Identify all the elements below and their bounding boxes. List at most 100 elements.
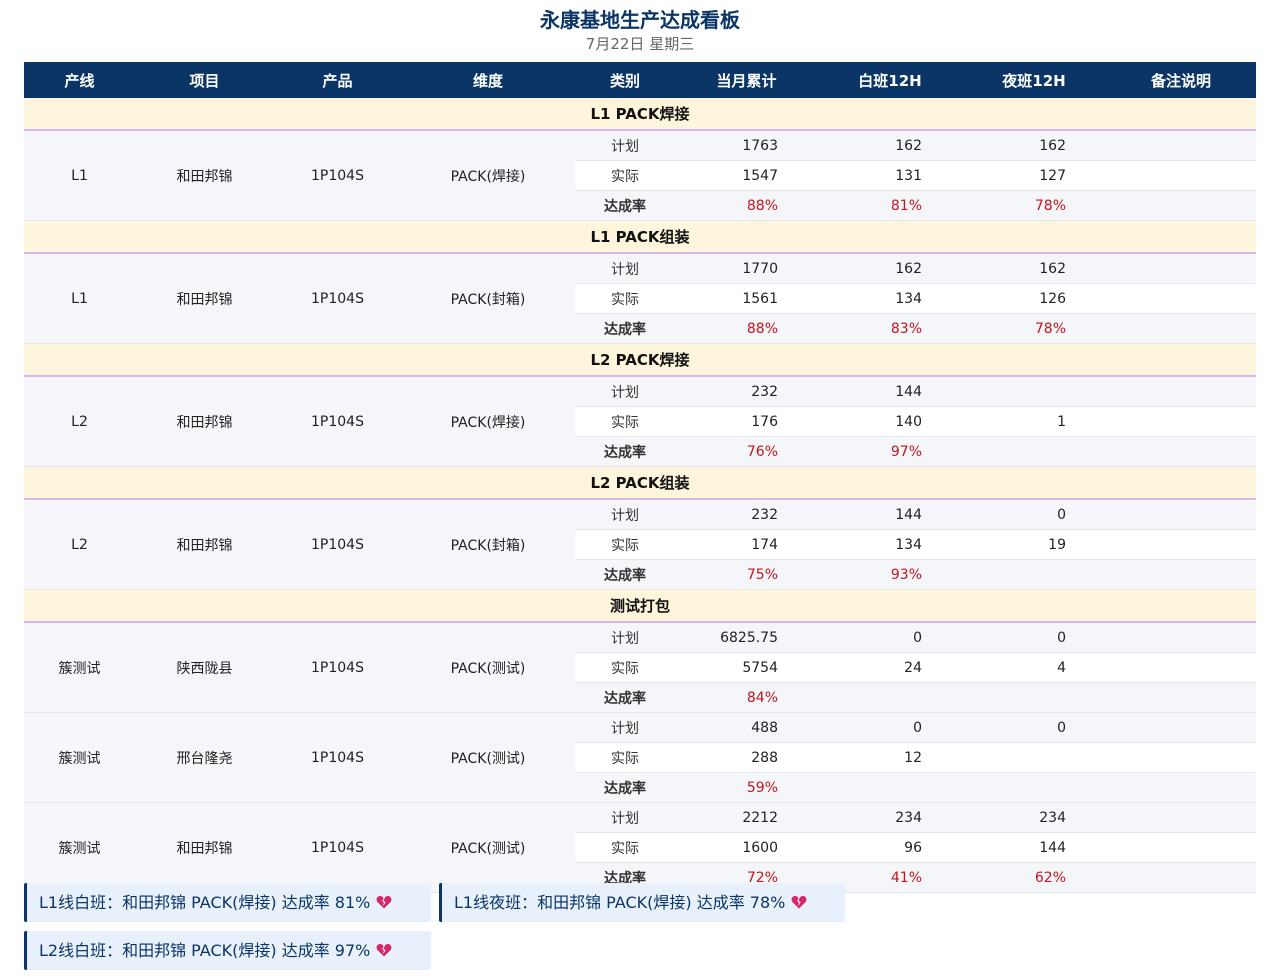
category-cell: 计划 (575, 622, 675, 653)
category-cell: 达成率 (575, 559, 675, 590)
group-block: L2 和田邦锦 1P104S PACK(焊接) 计划 232 144 实际 176 140 1 达成率… (24, 376, 1256, 467)
section-header-row: L2 PACK焊接 (24, 343, 1256, 377)
month-value-cell: 174 (675, 529, 818, 560)
remarks-cell (1106, 682, 1256, 713)
category-cell: 实际 (575, 742, 675, 773)
project-cell: 和田邦锦 (135, 499, 274, 590)
section-title: L1 PACK焊接 (24, 98, 1256, 131)
section-title: L2 PACK组装 (24, 466, 1256, 500)
day-value-cell: 144 (818, 376, 962, 407)
project-cell: 陕西陇县 (135, 622, 274, 713)
category-cell: 计划 (575, 253, 675, 284)
night-value-cell: 4 (962, 652, 1106, 683)
remarks-cell (1106, 160, 1256, 191)
day-value-cell: 83% (818, 313, 962, 344)
day-value-cell: 93% (818, 559, 962, 590)
category-cell: 实际 (575, 283, 675, 314)
night-value-cell (962, 772, 1106, 803)
night-value-cell: 78% (962, 190, 1106, 221)
day-value-cell (818, 682, 962, 713)
month-value-cell: 5754 (675, 652, 818, 683)
day-value-cell: 234 (818, 802, 962, 833)
remarks-cell (1106, 802, 1256, 833)
remarks-cell (1106, 559, 1256, 590)
day-value-cell: 97% (818, 436, 962, 467)
remarks-cell (1106, 772, 1256, 803)
category-cell: 计划 (575, 499, 675, 530)
alert-text: L1线白班：和田邦锦 PACK(焊接) 达成率 81% (39, 893, 371, 912)
night-value-cell: 0 (962, 499, 1106, 530)
section-title: 测试打包 (24, 589, 1256, 623)
dimension-cell: PACK(封箱) (401, 499, 575, 590)
table-row: 簇测试 和田邦锦 1P104S PACK(测试) 计划 2212 234 234 (24, 802, 1256, 893)
month-value-cell: 1600 (675, 832, 818, 863)
category-cell: 达成率 (575, 313, 675, 344)
month-value-cell: 2212 (675, 802, 818, 833)
section-header-row: 测试打包 (24, 589, 1256, 623)
dimension-cell: PACK(测试) (401, 802, 575, 893)
category-cell: 计划 (575, 712, 675, 743)
remarks-cell (1106, 190, 1256, 221)
category-cell: 达成率 (575, 190, 675, 221)
alert-text: L1线夜班：和田邦锦 PACK(焊接) 达成率 78% (454, 893, 786, 912)
group-block: L1 和田邦锦 1P104S PACK(封箱) 计划 1770 162 162 实际 1561 13… (24, 253, 1256, 344)
project-cell: 和田邦锦 (135, 802, 274, 893)
line-cell: L2 (24, 376, 135, 467)
night-value-cell: 127 (962, 160, 1106, 191)
line-cell: L2 (24, 499, 135, 590)
col-header-dimension: 维度 (401, 62, 575, 98)
col-header-project: 项目 (135, 62, 274, 98)
broken-heart-icon (376, 895, 392, 909)
remarks-cell (1106, 499, 1256, 530)
table-row: L1 和田邦锦 1P104S PACK(封箱) 计划 1770 162 162 (24, 253, 1256, 344)
line-cell: L1 (24, 130, 135, 221)
night-value-cell: 0 (962, 622, 1106, 653)
group-block: 簇测试 陕西陇县 1P104S PACK(测试) 计划 6825.75 0 0 实际 5754 24… (24, 622, 1256, 713)
section-header-row: L1 PACK组装 (24, 220, 1256, 254)
month-value-cell: 1547 (675, 160, 818, 191)
night-value-cell: 1 (962, 406, 1106, 437)
remarks-cell (1106, 622, 1256, 653)
day-value-cell (818, 772, 962, 803)
col-header-night-shift: 夜班12H (962, 62, 1106, 98)
day-value-cell: 12 (818, 742, 962, 773)
group-block: 簇测试 和田邦锦 1P104S PACK(测试) 计划 2212 234 234 实际 1600 9… (24, 802, 1256, 893)
night-value-cell: 0 (962, 712, 1106, 743)
category-cell: 达成率 (575, 772, 675, 803)
day-value-cell: 81% (818, 190, 962, 221)
category-cell: 实际 (575, 406, 675, 437)
night-value-cell (962, 376, 1106, 407)
month-value-cell: 488 (675, 712, 818, 743)
day-value-cell: 24 (818, 652, 962, 683)
month-value-cell: 88% (675, 313, 818, 344)
day-value-cell: 162 (818, 130, 962, 161)
category-cell: 实际 (575, 160, 675, 191)
category-cell: 达成率 (575, 682, 675, 713)
dimension-cell: PACK(测试) (401, 622, 575, 713)
month-value-cell: 84% (675, 682, 818, 713)
col-header-day-shift: 白班12H (818, 62, 962, 98)
production-table: 产线 项目 产品 维度 类别 当月累计 白班12H 夜班12H 备注说明 L1 … (24, 62, 1256, 893)
night-value-cell (962, 742, 1106, 773)
day-value-cell: 140 (818, 406, 962, 437)
category-cell: 计划 (575, 130, 675, 161)
line-cell: L1 (24, 253, 135, 344)
dimension-cell: PACK(焊接) (401, 130, 575, 221)
remarks-cell (1106, 832, 1256, 863)
month-value-cell: 232 (675, 499, 818, 530)
category-cell: 计划 (575, 802, 675, 833)
page-title: 永康基地生产达成看板 (540, 8, 740, 32)
table-row: L2 和田邦锦 1P104S PACK(焊接) 计划 232 144 (24, 376, 1256, 467)
line-cell: 簇测试 (24, 622, 135, 713)
category-cell: 计划 (575, 376, 675, 407)
section-header-row: L2 PACK组装 (24, 466, 1256, 500)
section-title: L1 PACK组装 (24, 220, 1256, 254)
day-value-cell: 0 (818, 712, 962, 743)
remarks-cell (1106, 313, 1256, 344)
remarks-cell (1106, 283, 1256, 314)
group-block: 簇测试 邢台隆尧 1P104S PACK(测试) 计划 488 0 0 实际 288 12 达成率 59… (24, 712, 1256, 803)
product-cell: 1P104S (274, 130, 401, 221)
alert-item: L1线白班：和田邦锦 PACK(焊接) 达成率 81% (24, 883, 431, 922)
product-cell: 1P104S (274, 802, 401, 893)
month-value-cell: 288 (675, 742, 818, 773)
